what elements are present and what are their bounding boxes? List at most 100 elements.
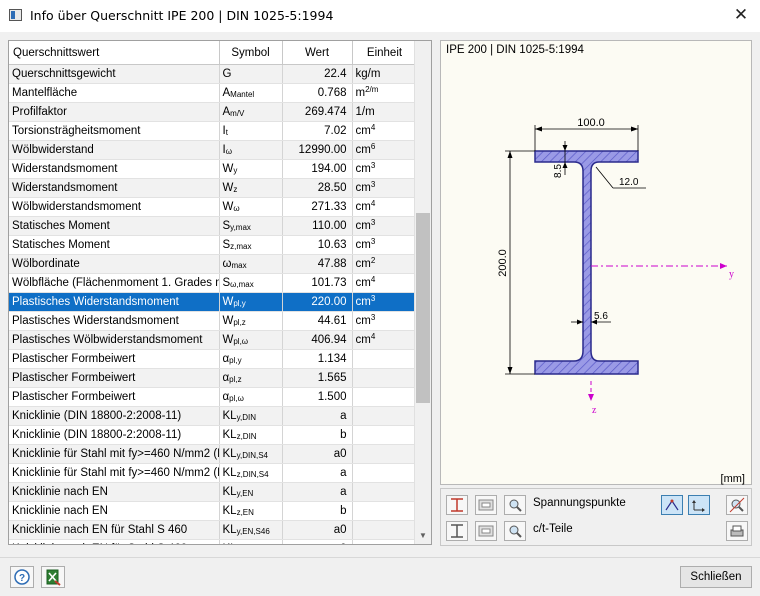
ct-parts-label: c/t-Teile	[533, 523, 573, 535]
unit-exponent: 3	[370, 294, 376, 303]
property-symbol: Sz,max	[219, 235, 283, 255]
table-row[interactable]: Knicklinie (DIN 18800-2:2008-11) KLy,DIN a	[9, 406, 418, 426]
table-row[interactable]: Mantelfläche AMantel 0.768 m2/m	[9, 83, 418, 103]
table-row[interactable]: Plastisches Widerstandsmoment Wpl,z 44.61 c…	[9, 311, 418, 331]
table-row[interactable]: Wölbfläche (Flächenmoment 1. Grades mit S…	[9, 273, 418, 293]
table-row[interactable]: Plastischer Formbeiwert αpl,ω 1.500	[9, 387, 418, 407]
symbol-subscript: ω	[225, 147, 232, 156]
property-symbol: KLy,DIN	[219, 406, 283, 426]
property-value: b	[282, 425, 353, 445]
table-row[interactable]: Widerstandsmoment Wz 28.50 cm3	[9, 178, 418, 198]
table-row[interactable]: Widerstandsmoment Wy 194.00 cm3	[9, 159, 418, 179]
property-name: Knicklinie (DIN 18800-2:2008-11)	[9, 406, 220, 426]
table-row[interactable]: Knicklinie nach EN KLy,EN a	[9, 482, 418, 502]
close-button[interactable]: Schließen	[680, 566, 752, 588]
symbol-subscript: ω	[233, 204, 240, 213]
unit-base: kg/m	[355, 68, 381, 80]
symbol-subscript: z,EN	[236, 508, 254, 517]
property-symbol: KLz,EN,S46	[219, 539, 283, 544]
property-symbol: KLy,EN	[219, 482, 283, 502]
unit-base: cm	[355, 277, 371, 289]
column-header-unit[interactable]: Einheit	[352, 41, 418, 65]
symbol-main: KL	[222, 486, 237, 498]
unit-base: cm	[355, 315, 371, 327]
table-view-button[interactable]	[475, 495, 497, 515]
table-row[interactable]: Wölbwiderstandsmoment Wω 271.33 cm4	[9, 197, 418, 217]
property-value: a	[282, 406, 353, 426]
unit-base: cm	[355, 125, 371, 137]
property-unit: cm4	[352, 197, 418, 217]
symbol-main: W	[222, 201, 234, 213]
table-row[interactable]: Plastisches Widerstandsmoment Wpl,y 220.00…	[9, 292, 418, 312]
table-row[interactable]: Querschnittsgewicht G 22.4 kg/m	[9, 64, 418, 84]
symbol-subscript: m/V	[230, 109, 245, 118]
unit-base: cm	[355, 296, 371, 308]
property-name: Knicklinie (DIN 18800-2:2008-11)	[9, 425, 220, 445]
table-row[interactable]: Wölbwiderstand Iω 12990.00 cm6	[9, 140, 418, 160]
property-unit	[352, 444, 418, 464]
ct-zoom-icon[interactable]	[504, 521, 526, 541]
axis-toggle-icon[interactable]	[688, 495, 710, 515]
property-symbol: Wpl,ω	[219, 330, 283, 350]
property-name: Plastisches Widerstandsmoment	[9, 311, 220, 331]
table-row[interactable]: Statisches Moment Sz,max 10.63 cm3	[9, 235, 418, 255]
property-name: Plastischer Formbeiwert	[9, 387, 220, 407]
table-row[interactable]: Knicklinie nach EN für Stahl S 460 KLy,EN…	[9, 520, 418, 540]
property-name: Mantelfläche	[9, 83, 220, 103]
help-icon[interactable]: ?	[10, 566, 34, 588]
property-value: b	[282, 501, 353, 521]
property-name: Plastisches Widerstandsmoment	[9, 292, 220, 312]
table-row[interactable]: Knicklinie für Stahl mit fy>=460 N/mm2 (…	[9, 444, 418, 464]
symbol-subscript: Mantel	[230, 90, 255, 99]
symbol-main: W	[222, 334, 234, 346]
table-row[interactable]: Knicklinie nach EN für Stahl S 460KLz,EN…	[9, 539, 418, 544]
table-row[interactable]: Torsionsträgheitsmoment It 7.02 cm4	[9, 121, 418, 141]
unit-base: cm	[355, 201, 371, 213]
symbol-subscript: z	[233, 185, 238, 194]
stress-points-toggle[interactable]	[661, 495, 683, 515]
zoom-icon[interactable]	[504, 495, 526, 515]
ct-section-button[interactable]	[446, 521, 468, 541]
unit-exponent: 4	[370, 199, 376, 208]
property-value: 1.565	[282, 368, 353, 388]
property-unit	[352, 387, 418, 407]
property-symbol: KLz,DIN,S4	[219, 463, 283, 483]
property-unit: kg/m	[352, 64, 418, 84]
section-display-button[interactable]	[446, 495, 468, 515]
property-value: 22.4	[282, 64, 353, 84]
table-row[interactable]: Plastischer Formbeiwert αpl,y 1.134	[9, 349, 418, 369]
column-header-value[interactable]: Wert	[282, 41, 353, 65]
property-value: a	[282, 463, 353, 483]
app-icon	[9, 9, 22, 21]
unit-base: cm	[355, 239, 371, 251]
property-symbol: It	[219, 121, 283, 141]
zoom-all-icon[interactable]	[726, 495, 748, 515]
close-icon[interactable]: ✕	[730, 4, 752, 26]
property-symbol: Wz	[219, 178, 283, 198]
property-unit: cm6	[352, 140, 418, 160]
symbol-main: W	[222, 296, 234, 308]
symbol-subscript: z,DIN,S4	[236, 470, 269, 479]
property-symbol: AMantel	[219, 83, 283, 103]
ct-table-button[interactable]	[475, 521, 497, 541]
print-icon[interactable]	[726, 521, 748, 541]
table-row[interactable]: Knicklinie (DIN 18800-2:2008-11) KLz,DIN b	[9, 425, 418, 445]
scrollbar-thumb[interactable]	[416, 213, 430, 403]
column-header-name[interactable]: Querschnittswert	[9, 41, 220, 65]
table-row[interactable]: Knicklinie nach EN KLz,EN b	[9, 501, 418, 521]
export-excel-icon[interactable]	[41, 566, 65, 588]
column-header-symbol[interactable]: Symbol	[219, 41, 283, 65]
property-name: Knicklinie für Stahl mit fy>=460 N/mm2 (…	[9, 444, 220, 464]
table-row[interactable]: Plastischer Formbeiwert αpl,z 1.565	[9, 368, 418, 388]
symbol-subscript: pl,z	[233, 318, 246, 327]
table-row[interactable]: Plastisches Wölbwiderstandsmoment Wpl,ω 40…	[9, 330, 418, 350]
scroll-down-arrow-icon[interactable]: ▼	[415, 528, 431, 544]
table-row[interactable]: Wölbordinate ωmax 47.88 cm2	[9, 254, 418, 274]
property-value: a0	[282, 444, 353, 464]
y-axis-label: y	[729, 269, 734, 280]
table-row[interactable]: Statisches Moment Sy,max 110.00 cm3	[9, 216, 418, 236]
table-row[interactable]: Profilfaktor Am/V 269.474 1/m	[9, 102, 418, 122]
table-scrollbar[interactable]: ▼	[414, 41, 431, 544]
property-symbol: Wpl,z	[219, 311, 283, 331]
table-row[interactable]: Knicklinie für Stahl mit fy>=460 N/mm2 (…	[9, 463, 418, 483]
